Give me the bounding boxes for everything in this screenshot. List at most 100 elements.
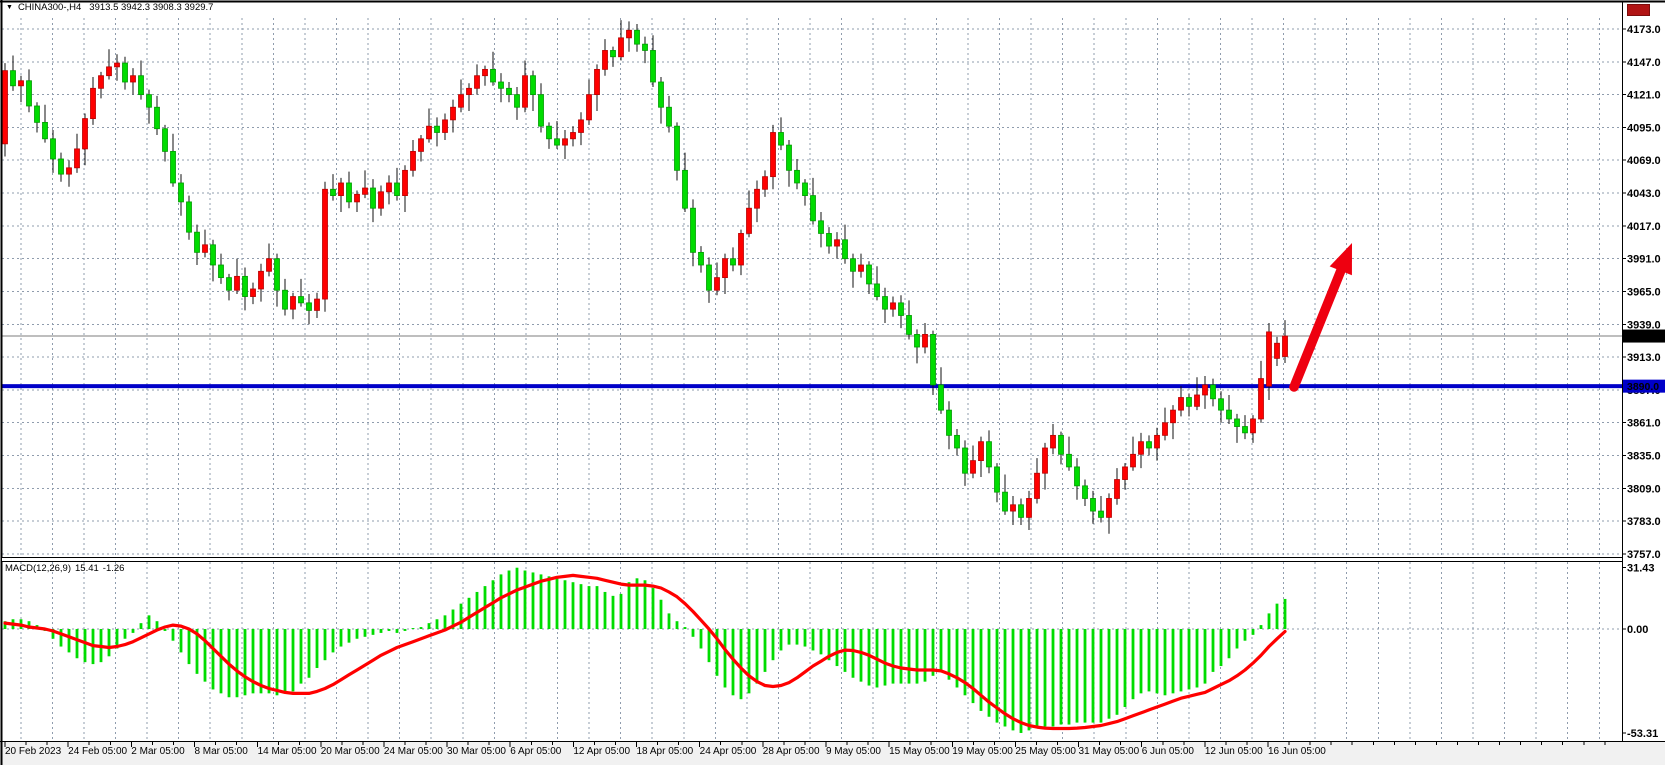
candle-bullish — [483, 69, 488, 75]
candle-bearish — [803, 183, 808, 196]
macd-bar — [1212, 629, 1215, 672]
candle-bearish — [1227, 410, 1232, 419]
macd-bar — [300, 629, 303, 684]
candle-bullish — [115, 63, 120, 67]
candle-bullish — [99, 76, 104, 89]
current-price-tag: 3929.7 — [1623, 330, 1665, 344]
symbol-dropdown-icon[interactable]: ▼ — [6, 4, 13, 11]
candle-bullish — [387, 183, 392, 192]
macd-bar — [1100, 629, 1103, 723]
candle-bullish — [3, 71, 8, 144]
price-tick-label: 3965.0 — [1627, 286, 1661, 298]
macd-bar — [612, 596, 615, 629]
macd-bar — [292, 629, 295, 691]
macd-bar — [364, 629, 367, 637]
candle-bearish — [899, 303, 904, 316]
macd-bar — [588, 586, 591, 629]
mt4-chart-window: 4173.04147.04121.04095.04069.04043.04017… — [0, 0, 1665, 765]
candle-bullish — [251, 289, 256, 297]
date-tick-label: 9 May 05:00 — [826, 746, 881, 757]
date-tick-label: 28 Apr 05:00 — [763, 746, 820, 757]
candle-bearish — [675, 126, 680, 170]
candle-bullish — [475, 76, 480, 89]
macd-bar — [204, 629, 207, 682]
candle-bearish — [795, 170, 800, 183]
support-line[interactable] — [2, 384, 1622, 388]
macd-name: MACD(12,26,9) — [5, 563, 71, 574]
candle-bullish — [75, 149, 80, 168]
current-price-tag-label: 3929.7 — [1627, 331, 1659, 343]
candle-bullish — [363, 188, 368, 194]
macd-bar — [532, 572, 535, 629]
macd-bar — [940, 629, 943, 672]
candle-bearish — [611, 50, 616, 56]
candle-bearish — [707, 265, 712, 290]
candle-bearish — [1187, 398, 1192, 407]
candle-bullish — [1259, 379, 1264, 419]
candle-bullish — [1203, 385, 1208, 395]
candle-bullish — [523, 76, 528, 108]
macd-bar — [436, 619, 439, 629]
price-tick-label: 3783.0 — [1627, 516, 1661, 528]
macd-bar — [916, 629, 919, 684]
macd-bar — [1220, 629, 1223, 666]
macd-bar — [524, 571, 527, 630]
candle-bullish — [1011, 505, 1016, 511]
macd-bar — [1276, 604, 1279, 629]
candle-bearish — [667, 107, 672, 126]
macd-bar — [404, 629, 407, 631]
macd-bar — [1260, 625, 1263, 629]
candle-bearish — [843, 240, 848, 259]
date-tick-label: 8 Mar 05:00 — [194, 746, 248, 757]
candle-bearish — [211, 245, 216, 265]
candle-bearish — [1003, 492, 1008, 511]
macd-bar — [1036, 629, 1039, 728]
price-tick-label: 4147.0 — [1627, 57, 1661, 69]
date-tick-label: 2 Mar 05:00 — [131, 746, 185, 757]
macd-bar — [1020, 629, 1023, 733]
candle-bearish — [1211, 385, 1216, 399]
macd-bar — [548, 576, 551, 629]
candle-bullish — [419, 139, 424, 152]
macd-bar — [692, 629, 695, 637]
macd-bar — [660, 600, 663, 629]
candle-bullish — [1051, 435, 1056, 448]
macd-bar — [628, 582, 631, 629]
macd-bar — [908, 629, 911, 684]
macd-bar — [356, 629, 359, 639]
date-tick-label: 20 Feb 2023 — [5, 746, 62, 757]
candle-bearish — [283, 290, 288, 309]
macd-bar — [1268, 613, 1271, 629]
macd-bar — [428, 623, 431, 629]
candle-bearish — [1067, 454, 1072, 467]
candle-bullish — [131, 76, 136, 82]
candle-bearish — [219, 265, 224, 278]
candle-bearish — [1235, 419, 1240, 427]
candle-bearish — [299, 297, 304, 303]
macd-bar — [1148, 629, 1151, 691]
macd-bar — [668, 613, 671, 629]
chart-area[interactable]: 4173.04147.04121.04095.04069.04043.04017… — [0, 0, 1665, 765]
macd-bar — [1124, 629, 1127, 707]
candle-bullish — [1035, 473, 1040, 498]
candle-bullish — [1043, 448, 1048, 473]
candle-bullish — [563, 139, 568, 145]
candle-bearish — [139, 76, 144, 95]
macd-bar — [388, 629, 391, 631]
candle-bullish — [83, 119, 88, 149]
candle-bearish — [939, 385, 944, 410]
candle-bearish — [779, 132, 784, 145]
date-tick-label: 19 May 05:00 — [952, 746, 1013, 757]
macd-bar — [1244, 629, 1247, 641]
date-tick-label: 6 Jun 05:00 — [1142, 746, 1195, 757]
candle-bullish — [1275, 343, 1280, 358]
macd-bar — [924, 629, 927, 682]
candle-bearish — [179, 183, 184, 202]
candle-bearish — [1219, 399, 1224, 410]
candle-bullish — [747, 208, 752, 233]
date-tick-label: 12 Jun 05:00 — [1205, 746, 1263, 757]
candle-bullish — [91, 88, 96, 118]
candle-bullish — [1131, 454, 1136, 467]
price-tick-label: 4121.0 — [1627, 90, 1661, 102]
date-tick-label: 30 Mar 05:00 — [447, 746, 506, 757]
